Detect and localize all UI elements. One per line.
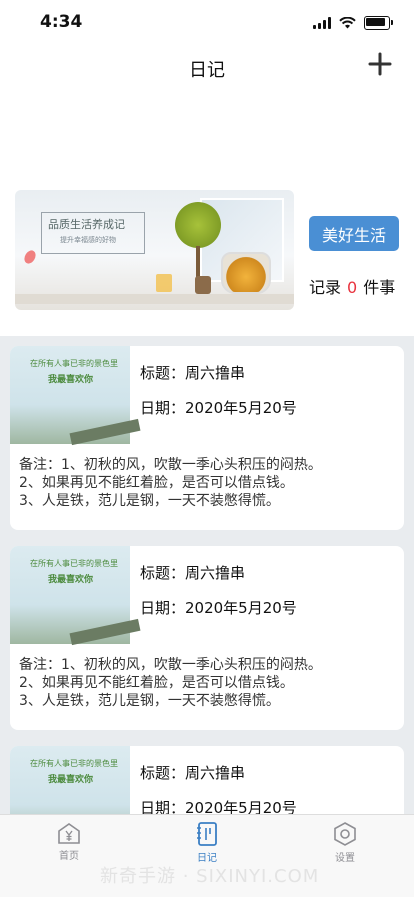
record-prefix: 记录: [309, 278, 342, 297]
banner-frame: 品质生活养成记 提升幸福感的好物: [41, 212, 145, 254]
navigation-bar: 日记: [0, 44, 414, 88]
diary-date: 日期：2020年5月20号: [140, 399, 297, 417]
thumbnail-text-line1: 在所有人事已非的景色里: [30, 559, 118, 568]
status-time: 4:34: [40, 12, 83, 32]
diary-title: 标题：周六撸串: [140, 564, 246, 582]
plant-decoration: [175, 202, 221, 248]
diary-note-line: 3、人是铁，范儿是钢，一天不装憋得慌。: [19, 493, 280, 509]
jar-decoration: [195, 276, 211, 294]
status-icons: [313, 16, 393, 30]
add-entry-button[interactable]: [366, 50, 394, 78]
diary-note: 备注：1、初秋的风，吹散一季心头积压的闷热。 2、如果再见不能红着脸，是否可以借…: [10, 656, 404, 710]
diary-title: 标题：周六撸串: [140, 364, 246, 382]
home-yen-icon: [58, 823, 80, 844]
record-count-value: 0: [347, 278, 358, 297]
thumbnail-text-line2: 我最喜欢你: [48, 575, 94, 585]
settings-hexagon-icon: [334, 822, 356, 846]
thumbnail-text-line1: 在所有人事已非的景色里: [30, 359, 118, 368]
diary-date: 日期：2020年5月20号: [140, 599, 297, 617]
diary-list[interactable]: 在所有人事已非的景色里 我最喜欢你 标题：周六撸串 日期：2020年5月20号 …: [0, 336, 414, 814]
diary-note-line: 2、如果再见不能红着脸，是否可以借点钱。: [19, 675, 294, 691]
shelf-decoration: [15, 294, 294, 304]
diary-card[interactable]: 在所有人事已非的景色里 我最喜欢你 标题：周六撸串 日期：2020年5月20号 …: [10, 346, 404, 530]
diary-card[interactable]: 在所有人事已非的景色里 我最喜欢你 标题：周六撸串 日期：2020年5月20号: [10, 746, 404, 814]
tab-settings[interactable]: 设置: [305, 821, 385, 864]
diary-title: 标题：周六撸串: [140, 764, 246, 782]
tab-home-label: 首页: [59, 851, 79, 862]
cup-decoration: [156, 274, 172, 292]
status-bar: 4:34: [0, 0, 414, 44]
banner-frame-subtitle: 提升幸福感的好物: [60, 236, 116, 244]
diary-note-line: 3、人是铁，范儿是钢，一天不装憋得慌。: [19, 693, 280, 709]
record-count: 记录 0 件事: [309, 274, 395, 298]
diary-note: 备注：1、初秋的风，吹散一季心头积压的闷热。 2、如果再见不能红着脸，是否可以借…: [10, 456, 404, 510]
diary-icon: [197, 822, 217, 846]
diary-date: 日期：2020年5月20号: [140, 799, 297, 814]
diary-thumbnail: 在所有人事已非的景色里 我最喜欢你: [10, 546, 141, 646]
diary-thumbnail: 在所有人事已非的景色里 我最喜欢你: [10, 346, 141, 446]
tab-home[interactable]: 首页: [29, 821, 109, 862]
battery-icon: [364, 16, 393, 30]
page-title: 日记: [189, 60, 225, 81]
plant-trunk: [196, 246, 200, 278]
thumbnail-railing: [69, 618, 141, 646]
banner-image: 品质生活养成记 提升幸福感的好物: [15, 190, 294, 310]
diary-thumbnail: 在所有人事已非的景色里 我最喜欢你: [10, 746, 130, 814]
teapot-decoration: [221, 252, 271, 294]
banner-frame-title: 品质生活养成记: [48, 218, 125, 231]
wifi-icon: [339, 17, 356, 29]
diary-note-line: 备注：1、初秋的风，吹散一季心头积压的闷热。: [19, 657, 322, 673]
diary-note-line: 2、如果再见不能红着脸，是否可以借点钱。: [19, 475, 294, 491]
cellular-signal-icon: [313, 17, 331, 29]
thumbnail-text-line2: 我最喜欢你: [48, 375, 94, 385]
thumbnail-text-line1: 在所有人事已非的景色里: [30, 759, 118, 768]
record-suffix: 件事: [363, 278, 396, 297]
tab-diary[interactable]: 日记: [167, 821, 247, 864]
thumbnail-railing: [69, 418, 141, 446]
diary-card[interactable]: 在所有人事已非的景色里 我最喜欢你 标题：周六撸串 日期：2020年5月20号 …: [10, 546, 404, 730]
diary-note-line: 备注：1、初秋的风，吹散一季心头积压的闷热。: [19, 457, 322, 473]
good-life-button[interactable]: 美好生活: [309, 216, 399, 251]
thumbnail-text-line2: 我最喜欢你: [48, 775, 94, 785]
watermark-text: 新奇手游 · SIXINYI.COM: [100, 866, 320, 887]
petal-decoration: [22, 248, 38, 266]
